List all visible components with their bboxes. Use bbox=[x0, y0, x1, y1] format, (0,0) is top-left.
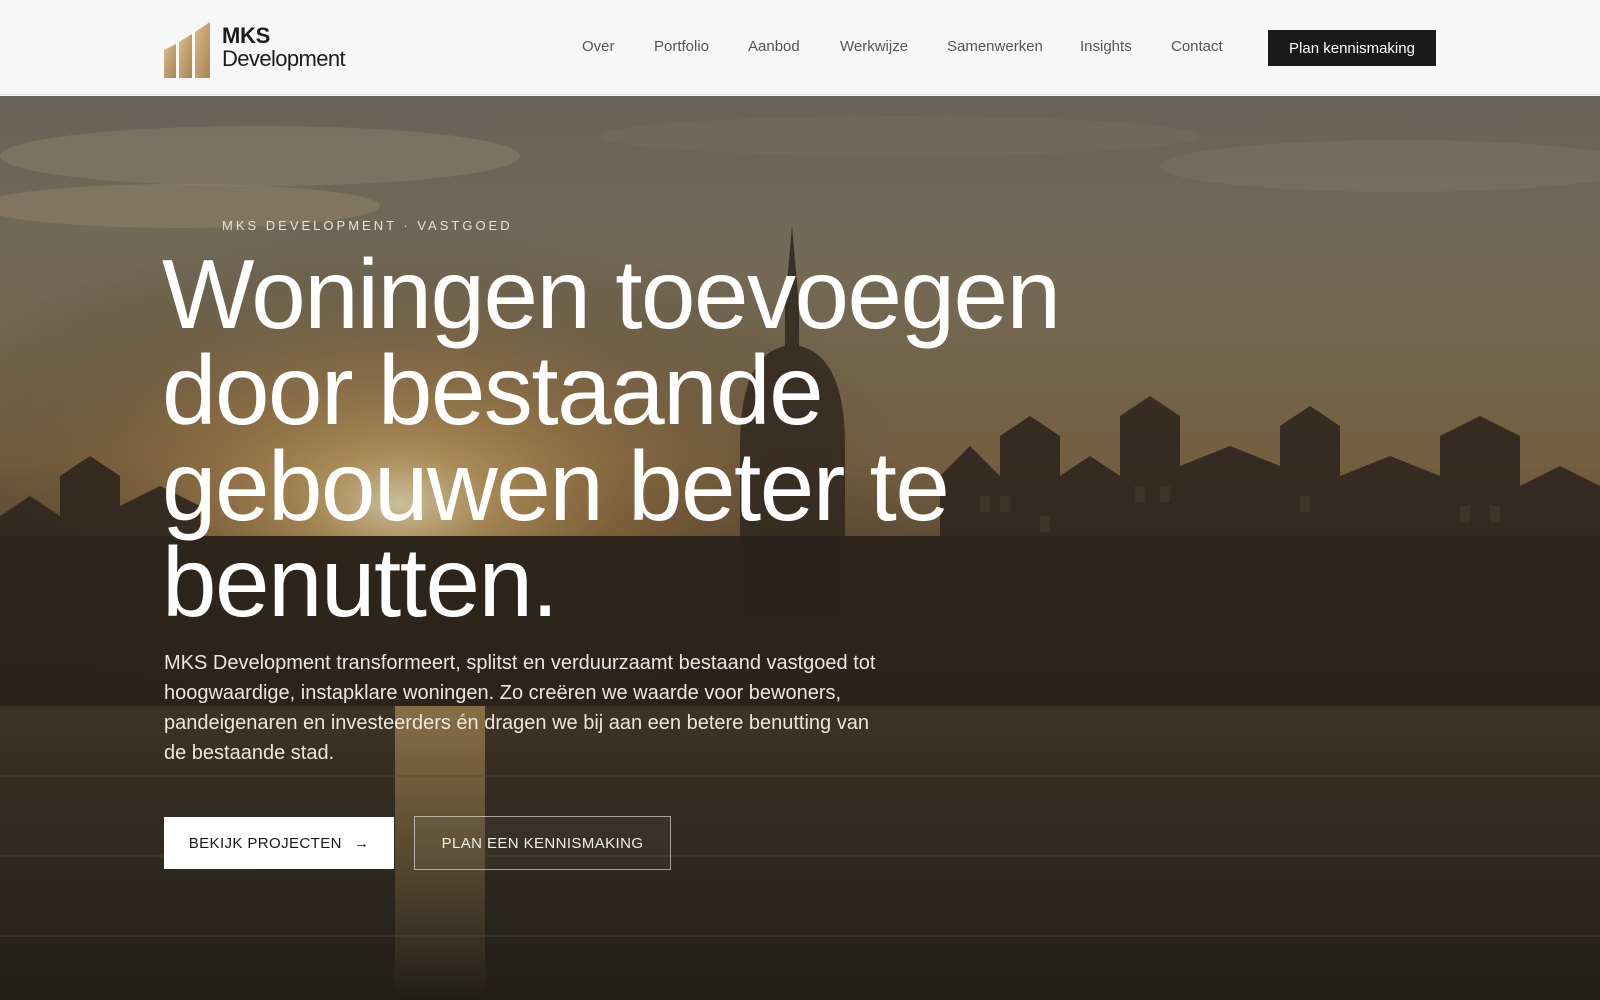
bekijk-projecten-button[interactable]: BEKIJK PROJECTEN → bbox=[164, 817, 394, 869]
nav-item-samenwerken[interactable]: Samenwerken bbox=[947, 38, 1043, 55]
nav-item-contact[interactable]: Contact bbox=[1171, 38, 1223, 55]
hero-eyebrow: MKS DEVELOPMENT · VASTGOED bbox=[222, 218, 513, 233]
hero-section: MKS DEVELOPMENT · VASTGOED Woningen toev… bbox=[0, 96, 1600, 1000]
plan-kennismaking-button[interactable]: Plan kennismaking bbox=[1268, 30, 1436, 66]
arrow-right-icon: → bbox=[353, 834, 370, 852]
nav-item-insights[interactable]: Insights bbox=[1080, 38, 1132, 55]
site-header: MKS Development Over Portfolio Aanbod We… bbox=[0, 0, 1600, 95]
hero-lede: MKS Development transformeert, splitst e… bbox=[164, 652, 876, 764]
nav-item-over[interactable]: Over bbox=[582, 38, 615, 55]
nav-item-werkwijze[interactable]: Werkwijze bbox=[840, 38, 908, 55]
nav-item-portfolio[interactable]: Portfolio bbox=[654, 38, 709, 55]
plan-een-kennismaking-button[interactable]: PLAN EEN KENNISMAKING bbox=[414, 816, 671, 870]
nav-item-aanbod[interactable]: Aanbod bbox=[748, 38, 800, 55]
hero-headline: Woningen toevoegen door bestaande gebouw… bbox=[162, 239, 1061, 637]
bekijk-projecten-label: BEKIJK PROJECTEN bbox=[188, 834, 342, 852]
